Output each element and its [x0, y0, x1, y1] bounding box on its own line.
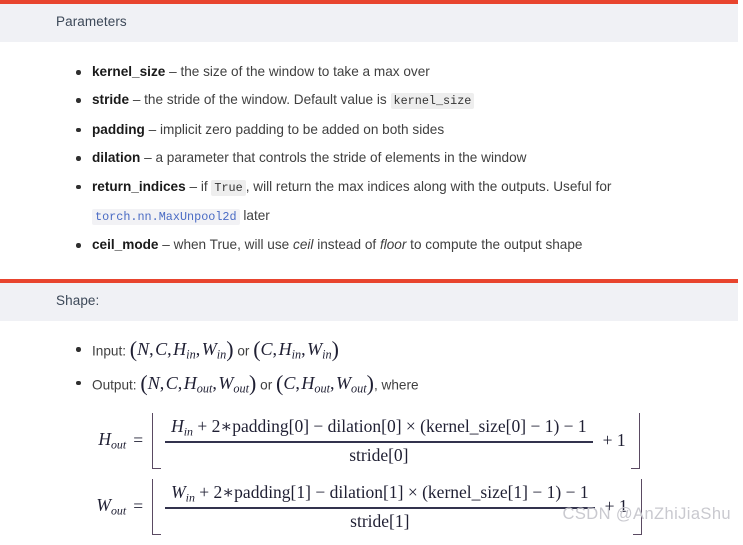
- param-italic-ceil: ceil: [293, 237, 314, 253]
- param-description: a parameter that controls the stride of …: [155, 150, 527, 166]
- param-description-before: when True, will use: [173, 237, 290, 253]
- param-name: kernel_size: [92, 64, 166, 79]
- parameters-header: Parameters: [0, 4, 738, 42]
- list-item: padding – implicit zero padding to be ad…: [76, 116, 738, 144]
- output-tuple-1: (N, C, Hout, Wout): [140, 370, 257, 396]
- formula-h-out-row: Hout = Hin + 2∗padding[0] − dilation[0] …: [0, 403, 738, 473]
- formula-lhs: Wout: [96, 494, 127, 518]
- formula-lhs: Hout: [98, 428, 127, 452]
- param-description-mid: , will return the max indices along with…: [245, 178, 612, 194]
- floor-bracket-left: [152, 412, 162, 469]
- inline-code-kernel-size: kernel_size: [390, 93, 475, 110]
- formula-plus-one: + 1: [602, 430, 626, 451]
- param-dash: –: [189, 178, 198, 194]
- output-tuple-2: (C, Hout, Wout): [276, 370, 374, 396]
- formula-fraction: Win + 2∗padding[1] − dilation[1] × (kern…: [165, 482, 595, 532]
- param-name: dilation: [92, 150, 141, 166]
- floor-bracket-left: [152, 478, 162, 535]
- param-description: implicit zero padding to be added on bot…: [159, 121, 445, 137]
- param-dash: –: [162, 237, 170, 253]
- list-item: dilation – a parameter that controls the…: [76, 144, 738, 172]
- param-description-after: later: [243, 208, 270, 224]
- parameters-title: Parameters: [56, 14, 127, 29]
- param-dash: –: [169, 64, 177, 79]
- inline-code-true: True: [211, 179, 246, 196]
- shape-title: Shape:: [56, 293, 100, 308]
- list-item: ceil_mode – when True, will use ceil ins…: [76, 231, 738, 259]
- formula-w-out: Wout = Win + 2∗padding[1] − dilation[1] …: [96, 478, 642, 535]
- shape-header: Shape:: [0, 283, 738, 321]
- param-dash: –: [148, 121, 157, 137]
- param-name: ceil_mode: [92, 237, 159, 253]
- list-item-output: Output: (N, C, Hout, Wout) or (C, Hout, …: [76, 369, 738, 403]
- input-label: Input:: [92, 343, 127, 359]
- link-torch-nn-maxunpool2d[interactable]: torch.nn.MaxUnpool2d: [92, 209, 240, 226]
- fraction-denominator: stride[0]: [349, 444, 409, 465]
- fraction-numerator: Hin + 2∗padding[0] − dilation[0] × (kern…: [171, 415, 587, 439]
- param-name: return_indices: [92, 178, 186, 194]
- output-trailing: , where: [373, 377, 419, 393]
- list-item: kernel_size – the size of the window to …: [76, 58, 738, 86]
- input-tuple-1: (N, C, Hin, Win): [129, 336, 234, 362]
- param-description: the size of the window to take a max ove…: [180, 64, 430, 79]
- fraction-numerator: Win + 2∗padding[1] − dilation[1] × (kern…: [171, 481, 589, 505]
- parameters-panel: Parameters kernel_size – the size of the…: [0, 0, 738, 266]
- param-description-mid: instead of: [317, 237, 377, 253]
- fraction-denominator: stride[1]: [350, 510, 410, 531]
- formula-fraction: Hin + 2∗padding[0] − dilation[0] × (kern…: [165, 416, 593, 466]
- param-italic-floor: floor: [379, 237, 407, 253]
- formula-equals: =: [133, 430, 144, 451]
- param-name: stride: [92, 92, 130, 108]
- list-item-input: Input: (N, C, Hin, Win) or (C, Hin, Win): [76, 335, 738, 369]
- watermark: CSDN @AnZhiJiaShu: [562, 505, 731, 523]
- input-conjunction: or: [237, 343, 250, 359]
- param-name: padding: [92, 121, 145, 137]
- param-dash: –: [144, 150, 152, 166]
- parameters-body: kernel_size – the size of the window to …: [0, 42, 738, 266]
- parameters-list: kernel_size – the size of the window to …: [0, 58, 738, 260]
- param-description-before: if: [200, 178, 208, 194]
- input-tuple-2: (C, Hin, Win): [253, 336, 339, 362]
- output-label: Output:: [92, 377, 137, 393]
- param-description: the stride of the window. Default value …: [144, 92, 387, 108]
- list-item: stride – the stride of the window. Defau…: [76, 86, 738, 115]
- list-item: return_indices – if True, will return th…: [76, 173, 738, 232]
- output-conjunction: or: [260, 377, 273, 393]
- param-dash: –: [132, 92, 141, 108]
- formula-equals: =: [133, 496, 144, 517]
- formula-h-out: Hout = Hin + 2∗padding[0] − dilation[0] …: [98, 412, 640, 469]
- shape-list: Input: (N, C, Hin, Win) or (C, Hin, Win)…: [0, 335, 738, 403]
- param-description-after: to compute the output shape: [410, 237, 583, 253]
- floor-bracket-right: [630, 412, 640, 469]
